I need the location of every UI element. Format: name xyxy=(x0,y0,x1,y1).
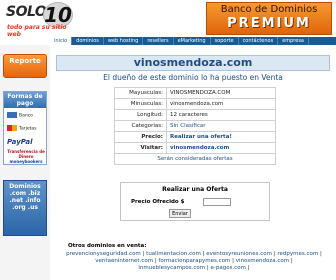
info-key: Longitud: xyxy=(114,109,167,121)
domain-link[interactable]: formacionparapymes.com xyxy=(158,258,230,264)
info-value: 12 caracteres xyxy=(166,109,276,121)
solo10-logo[interactable]: SOLO 10 todo para su sitio web xyxy=(3,2,75,38)
banner-line1: Banco de Dominios xyxy=(220,4,318,15)
domain-link[interactable]: tualimentacion.com xyxy=(146,251,201,257)
logo-text: SOLO xyxy=(6,4,47,20)
bank-label: Banco xyxy=(19,113,33,119)
payment-methods-title: Formas de pago xyxy=(4,92,46,108)
domain-link[interactable]: eventosyreuniones.com xyxy=(206,251,272,257)
offers-note: Serán consideradas ofertas xyxy=(114,153,276,165)
info-value: VINOSMENDOZA.COM xyxy=(166,87,276,99)
info-key: Visitar: xyxy=(114,142,167,154)
banner-line2: PREMIUM xyxy=(227,16,311,31)
table-row: Mayusculas: VINOSMENDOZA.COM xyxy=(114,87,276,99)
logo-tagline: todo para su sitio web xyxy=(7,24,67,38)
make-offer-link[interactable]: Realizar una oferta! xyxy=(166,131,276,143)
reporte-button[interactable]: Reporte xyxy=(3,54,47,78)
moneybookers-label: moneybookers xyxy=(9,159,43,164)
visit-link[interactable]: vinosmendoza.com xyxy=(166,142,276,154)
dominios-line: .com .biz xyxy=(9,190,41,197)
category-link[interactable]: Sin Clasificar xyxy=(166,120,276,132)
domain-link[interactable]: redpymes.com xyxy=(277,251,318,257)
dominios-line: .net .info xyxy=(9,197,41,204)
dominios-ad[interactable]: Dominios .com .biz .net .info .org .us xyxy=(3,180,47,236)
info-key: Precio: xyxy=(114,131,167,143)
cards-label: Tarjetas xyxy=(19,126,37,132)
money-transfer-logo: Transferencia de Dinero moneybookers xyxy=(6,149,46,164)
nav-emarketing[interactable]: eMarketing xyxy=(174,37,211,45)
domain-info-table: Mayusculas: VINOSMENDOZA.COM Minusculas:… xyxy=(114,87,276,165)
domain-link[interactable]: e-pagos.com xyxy=(211,265,246,271)
top-nav: inicio dominios web hosting resellers eM… xyxy=(50,37,336,45)
payment-methods-panel: Formas de pago Banco Tarjetas PayPal Tra… xyxy=(3,91,47,165)
premium-banner[interactable]: Banco de Dominios PREMIUM xyxy=(206,2,332,35)
table-row: Categorias: Sin Clasificar xyxy=(114,120,276,132)
nav-soporte[interactable]: soporte xyxy=(211,37,239,45)
offer-title: Realizar una Oferta xyxy=(162,186,228,193)
table-row: Longitud: 12 caracteres xyxy=(114,109,276,121)
cards-row: Tarjetas xyxy=(7,125,45,132)
domain-link[interactable]: ventaeninternet.com xyxy=(95,258,153,264)
dominios-line: .org .us xyxy=(12,204,38,211)
info-key: Mayusculas: xyxy=(114,87,167,99)
nav-resellers[interactable]: resellers xyxy=(143,37,174,45)
nav-contactenos[interactable]: contáctenos xyxy=(239,37,279,45)
nav-web-hosting[interactable]: web hosting xyxy=(104,37,144,45)
other-domains-title: Otros dominios en venta: xyxy=(68,243,147,249)
price-label: Precio Ofrecido $ xyxy=(131,199,185,205)
info-value: vinosmendoza.com xyxy=(166,98,276,110)
header: SOLO 10 todo para su sitio web Banco de … xyxy=(0,0,336,38)
table-row: Visitar: vinosmendoza.com xyxy=(114,142,276,154)
info-key: Categorias: xyxy=(114,120,167,132)
transfer-label: Transferencia de Dinero xyxy=(7,149,45,159)
bank-row: Banco xyxy=(7,112,45,119)
nav-empresa[interactable]: empresa xyxy=(278,37,309,45)
send-button[interactable]: Enviar xyxy=(169,209,191,218)
offer-form: Realizar una Oferta Precio Ofrecido $ En… xyxy=(120,182,270,221)
domain-link[interactable]: inmueblesycampos.com xyxy=(138,265,205,271)
info-key: Minusculas: xyxy=(114,98,167,110)
other-domains-list: prevencionyseguridad.com | tualimentacio… xyxy=(66,251,322,271)
sidebar: Reporte Formas de pago Banco Tarjetas Pa… xyxy=(0,45,50,280)
price-input[interactable] xyxy=(203,198,231,206)
table-row: Minusculas: vinosmendoza.com xyxy=(114,98,276,110)
table-row: Serán consideradas ofertas xyxy=(114,153,276,165)
bank-icon xyxy=(7,112,17,118)
sale-headline: El dueño de este dominio lo ha puesto en… xyxy=(103,73,283,82)
domain-link[interactable]: vinosmendoza.com xyxy=(236,258,289,264)
paypal-logo: PayPal xyxy=(7,138,33,146)
nav-inicio[interactable]: inicio xyxy=(50,37,73,45)
credit-card-icon xyxy=(7,125,17,131)
domain-title: vinosmendoza.com xyxy=(56,55,330,71)
table-row: Precio: Realizar una oferta! xyxy=(114,131,276,143)
nav-dominios[interactable]: dominios xyxy=(72,37,104,45)
main-content: vinosmendoza.com El dueño de este domini… xyxy=(52,47,334,280)
dominios-line: Dominios xyxy=(9,183,41,190)
domain-link[interactable]: prevencionyseguridad.com xyxy=(66,251,141,257)
